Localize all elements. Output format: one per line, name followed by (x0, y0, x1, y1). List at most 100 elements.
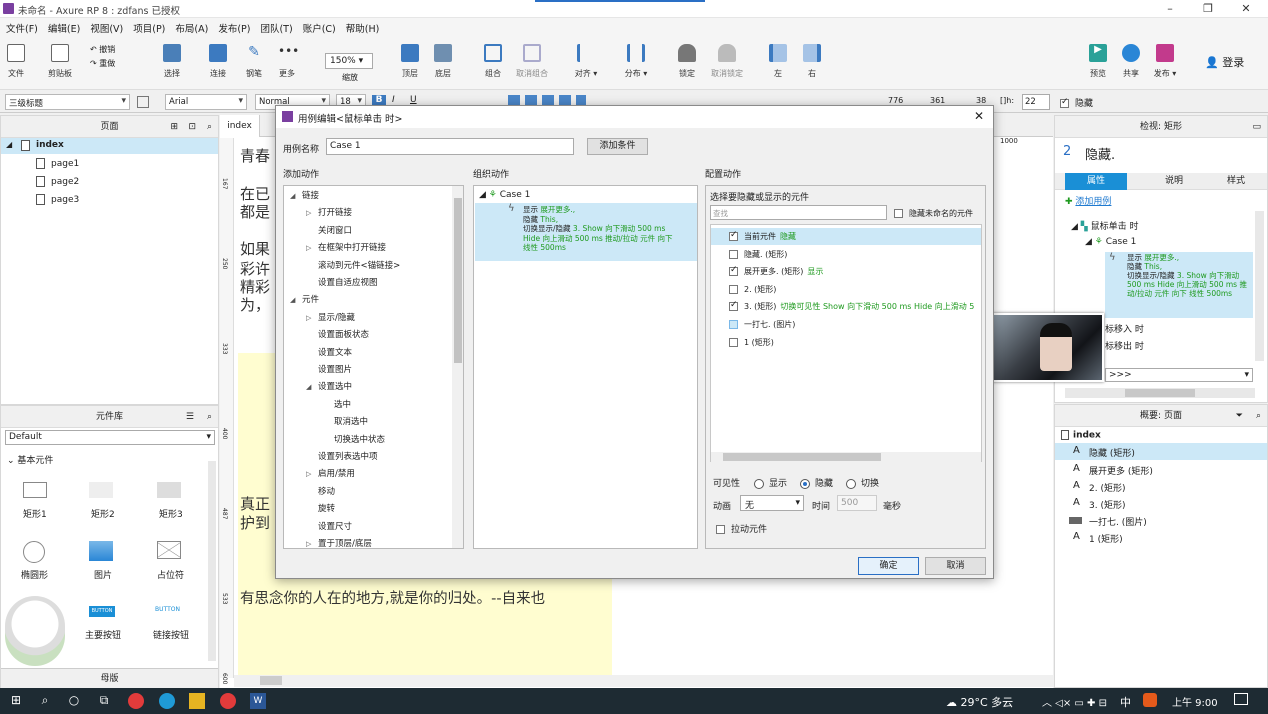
action-item[interactable]: 滚动到元件<锚链接> (306, 259, 400, 271)
action-item[interactable]: 设置自适应视图 (306, 276, 378, 288)
collapsed-arrow-icon[interactable]: ▷ (306, 540, 318, 548)
organize-case-row[interactable]: ◢ ⚘ Case 1 (479, 190, 530, 200)
action-item[interactable]: 移动 (306, 485, 335, 497)
input-method-icon[interactable] (1143, 693, 1157, 707)
menu-account[interactable]: 账户(C) (303, 21, 336, 35)
group-button[interactable]: 组合 (473, 44, 513, 79)
right-button[interactable]: 右 (792, 44, 832, 79)
ellipse-widget-icon[interactable] (23, 541, 45, 563)
primary-button-widget-icon[interactable]: BUTTON (89, 606, 115, 617)
library-scrollbar[interactable] (208, 461, 216, 661)
browser-icon[interactable] (128, 693, 144, 709)
widget-row[interactable]: 隐藏. (矩形) (711, 246, 981, 263)
radio-hide[interactable]: 隐藏 (800, 476, 833, 489)
align-button[interactable]: 对齐 ▾ (566, 44, 606, 79)
tab-style[interactable]: 样式 (1205, 173, 1267, 190)
search-icon[interactable]: ⌕ (37, 693, 53, 709)
event-mouseleave[interactable]: 标移出 时 (1105, 339, 1144, 352)
scroll-thumb[interactable] (723, 453, 881, 461)
collapsed-arrow-icon[interactable]: ▷ (306, 470, 318, 478)
event-onclick[interactable]: ◢ ▚ 鼠标单击 时 (1071, 219, 1138, 232)
explorer-icon[interactable] (189, 693, 205, 709)
login-button[interactable]: 👤 登录 (1205, 54, 1244, 70)
action-item[interactable]: 设置文本 (306, 346, 352, 358)
ungroup-button[interactable]: 取消组合 (508, 44, 556, 79)
inspector-v-scrollbar[interactable] (1255, 211, 1264, 361)
widget-search-input[interactable]: 查找 (710, 205, 887, 220)
action-item[interactable]: ▷ 启用/禁用 (306, 467, 355, 479)
word-icon[interactable]: W (250, 693, 266, 709)
search-icon[interactable]: ⌕ (207, 116, 212, 138)
expanded-arrow-icon[interactable]: ◢ (290, 192, 302, 200)
action-item[interactable]: ◢ 设置选中 (306, 380, 352, 392)
expanded-arrow-icon[interactable]: ◢ (306, 383, 318, 391)
page-row-index[interactable]: ◢ index (1, 138, 218, 154)
scroll-thumb[interactable] (454, 198, 462, 363)
edge-icon[interactable] (159, 693, 175, 709)
action-item[interactable]: ▷ 打开链接 (306, 206, 352, 218)
cortana-icon[interactable]: ○ (66, 693, 82, 709)
widget-row[interactable]: 2. (矩形) (711, 281, 981, 298)
notes-icon[interactable]: ▭ (1252, 116, 1261, 138)
add-case-link[interactable]: ✚ 添加用例 (1065, 194, 1111, 207)
hidden-checkbox[interactable]: 隐藏 (1060, 96, 1093, 109)
page-row[interactable]: page1 (1, 156, 218, 174)
canvas-h-scrollbar[interactable] (234, 675, 1053, 687)
h-field[interactable]: 22 (1022, 94, 1050, 110)
radio-show[interactable]: 显示 (754, 476, 787, 489)
rect2-widget-icon[interactable] (89, 482, 113, 498)
add-page-icon[interactable]: ⊞ (170, 116, 178, 138)
rect3-widget-icon[interactable] (157, 482, 181, 498)
action-item[interactable]: 旋转 (306, 502, 335, 514)
checkbox-icon[interactable] (729, 320, 738, 329)
cancel-button[interactable]: 取消 (925, 557, 986, 575)
outline-row[interactable]: A 2. (矩形) (1055, 478, 1267, 495)
clock[interactable]: 上午 9:00 (1172, 694, 1218, 709)
menu-file[interactable]: 文件(F) (6, 21, 38, 35)
minimize-button[interactable]: – (1150, 2, 1190, 15)
search-icon[interactable]: ⌕ (1256, 405, 1261, 427)
action-item[interactable]: 设置列表选中项 (306, 450, 378, 462)
basic-section-header[interactable]: ⌄ 基本元件 (7, 453, 53, 466)
checkbox-icon[interactable] (729, 300, 738, 312)
checkbox-icon[interactable] (729, 284, 738, 294)
unlock-button[interactable]: 取消锁定 (704, 44, 750, 79)
action-item[interactable]: 切换选中状态 (322, 433, 385, 445)
font-select[interactable]: Arial (165, 94, 247, 110)
animation-select[interactable]: 无 ▾ (740, 495, 804, 511)
menu-layout[interactable]: 布局(A) (175, 21, 208, 35)
menu-edit[interactable]: 编辑(E) (48, 21, 80, 35)
add-condition-button[interactable]: 添加条件 (587, 138, 648, 155)
page-row[interactable]: page3 (1, 192, 218, 210)
push-widgets-checkbox[interactable]: 拉动元件 (716, 522, 767, 535)
rect1-widget-icon[interactable] (23, 482, 47, 498)
underline-button[interactable]: U (410, 95, 417, 105)
send-back-button[interactable]: 底层 (423, 44, 463, 79)
case-name-input[interactable]: Case 1 (326, 138, 574, 155)
task-view-icon[interactable]: ⧉ (96, 693, 112, 709)
organize-action-detail[interactable]: ϟ 显示 展开更多., 隐藏 This, 切换显示/隐藏 3. Show 向下滑… (475, 203, 697, 261)
app-icon[interactable] (220, 693, 236, 709)
collapsed-arrow-icon[interactable]: ▷ (306, 244, 318, 252)
y-field[interactable]: 361 (930, 96, 945, 105)
outline-row[interactable]: A1 (矩形) (1055, 529, 1267, 546)
add-folder-icon[interactable]: ⊡ (188, 116, 196, 138)
w-field[interactable]: 38 (976, 96, 986, 105)
maximize-button[interactable]: ❐ (1188, 2, 1228, 15)
search-icon[interactable]: ⌕ (207, 406, 212, 428)
more-events-select[interactable]: >>> ▾ (1105, 368, 1253, 382)
library-select[interactable]: Default ▾ (5, 430, 215, 445)
ok-button[interactable]: 确定 (858, 557, 919, 575)
action-item[interactable]: 取消选中 (322, 415, 368, 427)
outline-row-selected[interactable]: A 隐藏 (矩形) (1055, 443, 1267, 460)
scroll-thumb[interactable] (1125, 389, 1195, 397)
distribute-button[interactable]: 分布 ▾ (616, 44, 656, 79)
widget-row[interactable]: 3. (矩形)切换可见性 Show 向下滑动 500 ms Hide 向上滑动 … (711, 298, 981, 315)
widget-row[interactable]: 展开更多. (矩形)显示 (711, 263, 981, 280)
close-window-button[interactable]: ✕ (1226, 2, 1266, 15)
menu-icon[interactable]: ☰ (186, 406, 194, 428)
italic-button[interactable]: I (392, 95, 395, 105)
menu-team[interactable]: 团队(T) (260, 21, 292, 35)
action-item[interactable]: 关闭窗口 (306, 224, 352, 236)
style-edit-icon[interactable] (137, 96, 149, 108)
